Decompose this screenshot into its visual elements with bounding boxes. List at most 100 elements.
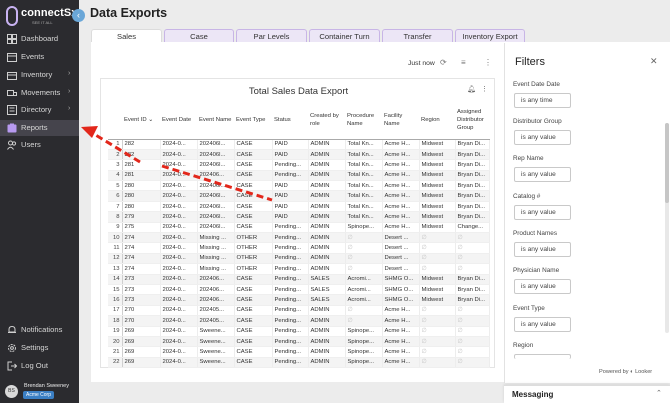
sidebar-item-reports[interactable]: Reports xyxy=(0,120,79,136)
table-cell: Pending... xyxy=(272,263,309,275)
column-header-event-id[interactable]: Event ID ⌄ xyxy=(122,101,160,140)
table-row[interactable]: 10 274 2024-0... Missing ... OTHER Pending...… xyxy=(108,232,490,244)
sidebar-item-movements[interactable]: Movements › xyxy=(0,85,79,101)
table-row[interactable]: 4 281 2024-0... 202406... CASE Pending... ADMI… xyxy=(108,170,490,182)
table-cell: Spinope... xyxy=(345,357,383,369)
tile-menu-icon[interactable]: ⋮ xyxy=(481,85,488,93)
table-cell: 280 xyxy=(122,180,161,192)
table-row[interactable]: 12 274 2024-0... Missing ... OTHER Pending...… xyxy=(108,253,490,265)
more-options-icon[interactable]: ⋮ xyxy=(484,58,492,67)
column-header-event-type[interactable]: Event Type xyxy=(234,101,272,140)
sidebar-item-label: Notifications xyxy=(21,325,63,334)
row-number: 10 xyxy=(108,232,123,244)
sidebar-item-inventory[interactable]: Inventory › xyxy=(0,67,79,83)
messaging-bar[interactable]: Messaging ⌃ xyxy=(504,385,670,403)
table-row[interactable]: 16 273 2024-0... 202406... CASE Pending... SAL… xyxy=(108,294,490,306)
table-row[interactable]: 2 282 2024-0... 202406l... CASE PAID ADMIN Tota… xyxy=(108,149,490,161)
avatar: BS xyxy=(5,385,18,398)
sidebar-item-events[interactable]: Events xyxy=(0,49,79,65)
row-number: 19 xyxy=(108,326,123,337)
column-header-event-date[interactable]: Event Date xyxy=(160,101,197,140)
box-icon xyxy=(7,72,17,80)
table-row[interactable]: 22 269 2024-0... Sweene... CASE Pending... ADM… xyxy=(108,357,490,369)
filter-catalog[interactable]: is any value xyxy=(514,205,571,220)
table-row[interactable]: 7 280 2024-0... 202406l... CASE PAID ADMIN Tota… xyxy=(108,201,490,213)
table-row[interactable]: 17 270 2024-0... 202405... CASE Pending... ADM… xyxy=(108,305,490,317)
filter-icon[interactable]: ≡ xyxy=(461,58,466,67)
table-cell: Acme H... xyxy=(382,149,420,161)
column-header-facility-name[interactable]: Facility Name xyxy=(382,101,419,140)
table-cell: Acme H... xyxy=(382,170,420,182)
chevron-right-icon: › xyxy=(68,105,71,112)
sidebar-item-settings[interactable]: Settings xyxy=(0,340,79,356)
refresh-icon[interactable]: ⟳ xyxy=(440,58,447,67)
row-number: 20 xyxy=(108,336,123,348)
filter-event-type[interactable]: is any value xyxy=(514,317,571,332)
table-row[interactable]: 20 269 2024-0... Sweene... CASE Pending... ADM… xyxy=(108,336,490,348)
table-row[interactable]: 14 273 2024-0... 202406... CASE Pending... SAL… xyxy=(108,274,490,285)
table-row[interactable]: 18 270 2024-0... 202405... CASE Pending... ADM… xyxy=(108,315,490,327)
table-row[interactable]: 21 269 2024-0... Sweene... CASE Pending... ADM… xyxy=(108,346,490,358)
column-header-assigned-distributor-group[interactable]: Assigned Distributor Group xyxy=(455,101,489,140)
table-row[interactable]: 6 280 2024-0... 202406l... CASE PAID ADMIN Tota… xyxy=(108,190,490,202)
column-header-procedure-name[interactable]: Procedure Name xyxy=(345,101,382,140)
table-cell: 202406l... xyxy=(197,149,235,161)
filter-distributor-group[interactable]: is any value xyxy=(514,130,571,145)
table-cell: ADMIN xyxy=(308,346,346,358)
scrollbar-thumb[interactable] xyxy=(665,123,669,203)
powered-by-brand: Looker xyxy=(635,369,653,375)
table-cell: ADMIN xyxy=(308,170,346,182)
table-cell: 269 xyxy=(122,346,161,358)
close-icon[interactable]: ✕ xyxy=(650,56,658,67)
table-row[interactable]: 1 282 2024-0... 202406l... CASE PAID ADMIN Tota… xyxy=(108,139,490,150)
row-number: 18 xyxy=(108,315,123,327)
table-row[interactable]: 13 274 2024-0... Missing ... OTHER Pending...… xyxy=(108,263,490,275)
column-header-event-name[interactable]: Event Name xyxy=(197,101,234,140)
filter-event-date[interactable]: is any time xyxy=(514,93,571,108)
table-row[interactable]: 5 280 2024-0... 202406l... CASE PAID ADMIN Tota… xyxy=(108,180,490,192)
table-cell: ∅ xyxy=(455,346,490,358)
table-cell: Pending... xyxy=(272,305,309,317)
table-row[interactable]: 3 281 2024-0... 202406l... CASE Pending... ADM… xyxy=(108,159,490,171)
table-cell: Midwest xyxy=(419,139,456,150)
truck-icon xyxy=(7,90,17,96)
table-row[interactable]: 9 275 2024-0... 202406l... CASE Pending... ADM… xyxy=(108,222,490,234)
table-row[interactable]: 11 274 2024-0... Missing ... OTHER Pending...… xyxy=(108,242,490,254)
table-cell: ∅ xyxy=(345,263,383,275)
filter-product-names[interactable]: is any value xyxy=(514,242,571,257)
table-row[interactable]: 19 269 2024-0... Sweene... CASE Pending... ADM… xyxy=(108,326,490,337)
table-cell: SHMG O... xyxy=(382,274,420,285)
column-header-created-by-role[interactable]: Created by role xyxy=(308,101,345,140)
row-number: 17 xyxy=(108,305,123,317)
table-cell: Total Kn... xyxy=(345,201,383,213)
sidebar-item-users[interactable]: Users xyxy=(0,137,79,153)
table-cell: ∅ xyxy=(345,242,383,254)
filters-scrollbar[interactable] xyxy=(665,123,669,333)
table-cell: ∅ xyxy=(455,263,490,275)
company-badge: Acme Corp xyxy=(23,391,55,399)
table-row[interactable]: 15 273 2024-0... 202406... CASE Pending... SAL… xyxy=(108,284,490,296)
table-cell: Pending... xyxy=(272,159,309,171)
filter-physician-name[interactable]: is any value xyxy=(514,279,571,294)
filter-region[interactable] xyxy=(514,354,571,359)
filter-rep-name[interactable]: is any value xyxy=(514,167,571,182)
collapse-sidebar-button[interactable]: ‹ xyxy=(72,9,85,22)
alert-bell-icon[interactable]: 🔔︎ xyxy=(467,85,476,93)
sidebar-item-dashboard[interactable]: Dashboard xyxy=(0,31,79,47)
table-cell: 2024-0... xyxy=(160,159,198,171)
report-title: Total Sales Data Export xyxy=(248,86,349,97)
table-cell: Acme H... xyxy=(382,357,420,369)
table-cell: ∅ xyxy=(419,336,456,348)
sidebar-item-logout[interactable]: Log Out xyxy=(0,358,79,374)
row-number: 4 xyxy=(108,170,123,182)
column-header-region[interactable]: Region xyxy=(419,101,455,140)
table-row[interactable]: 8 279 2024-0... 202406l... CASE PAID ADMIN Tota… xyxy=(108,211,490,223)
sidebar-item-notifications[interactable]: Notifications xyxy=(0,322,79,338)
user-profile[interactable]: BS Brendan Sweeney Acme Corp xyxy=(0,379,79,403)
table-cell: Pending... xyxy=(272,294,309,306)
table-cell: OTHER xyxy=(234,232,273,244)
table-cell: ADMIN xyxy=(308,180,346,192)
sidebar-item-directory[interactable]: Directory › xyxy=(0,102,79,118)
column-header-status[interactable]: Status xyxy=(272,101,308,140)
table-cell: 202406l... xyxy=(197,190,235,202)
